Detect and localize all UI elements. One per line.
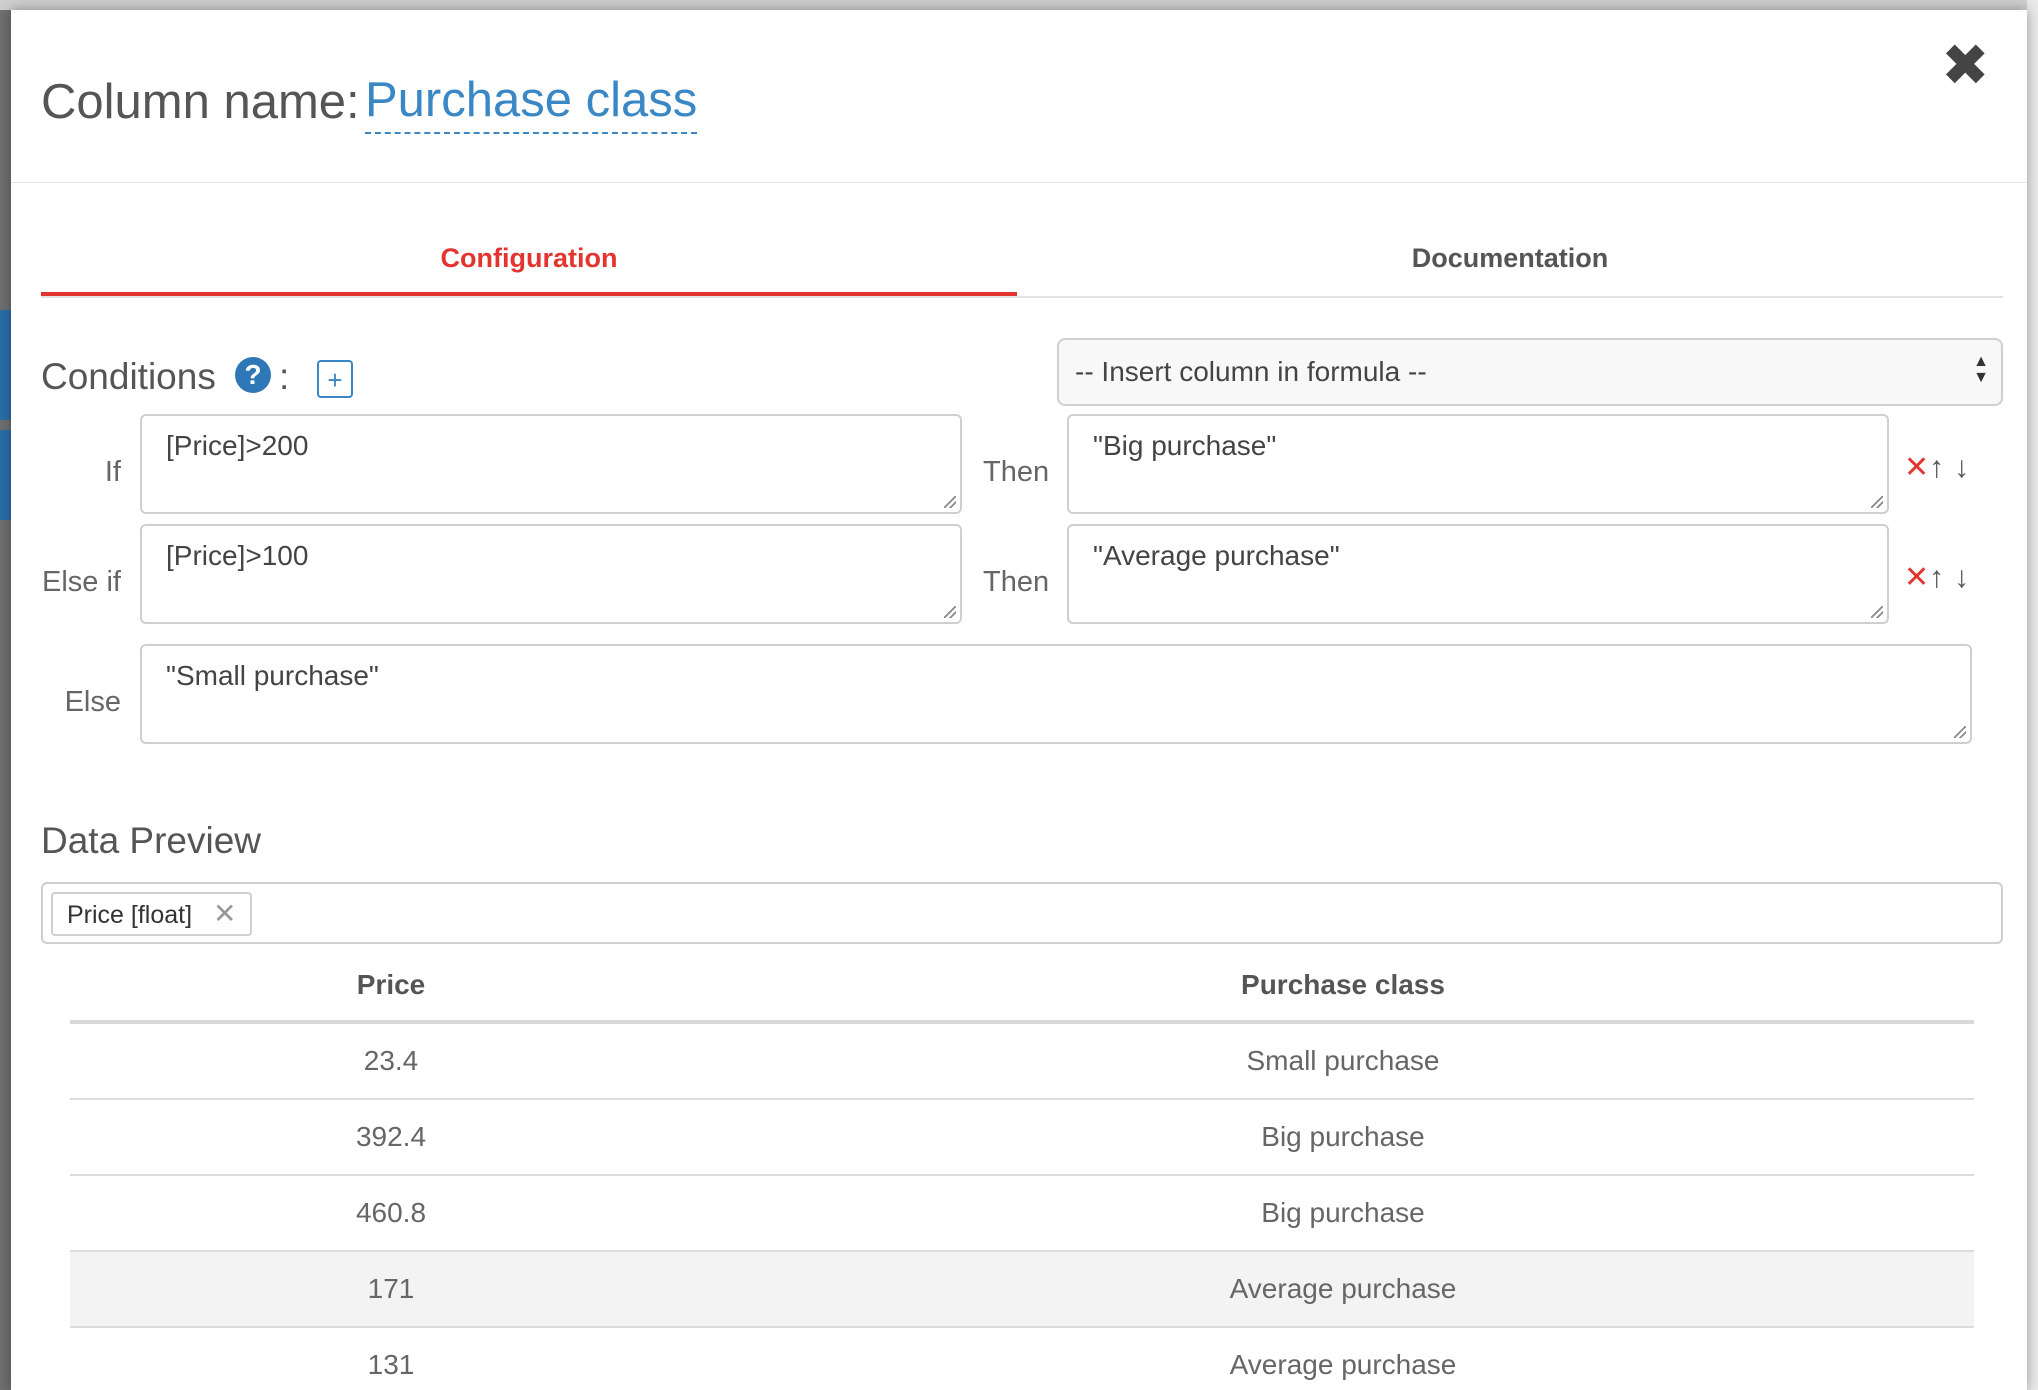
conditions-colon: : xyxy=(279,356,290,397)
insert-column-select[interactable]: -- Insert column in formula -- ▲ ▼ xyxy=(1057,338,2003,406)
background-right xyxy=(2027,0,2038,1390)
close-icon[interactable]: ✖ xyxy=(1941,37,1990,95)
column-header-price[interactable]: Price xyxy=(70,950,712,1024)
table-cell: Average purchase xyxy=(712,1251,1974,1328)
resize-handle-icon[interactable] xyxy=(1954,726,1966,738)
else-if-condition-value: [Price]>100 xyxy=(166,540,309,571)
tab-bar: Configuration Documentation xyxy=(41,222,2003,298)
column-name-editable[interactable]: Purchase class xyxy=(365,73,698,134)
conditions-heading: Conditions xyxy=(41,356,216,397)
table-cell: Big purchase xyxy=(712,1099,1974,1176)
table-cell: 392.4 xyxy=(70,1099,712,1176)
table-cell: 131 xyxy=(70,1327,712,1390)
if-result-value: "Big purchase" xyxy=(1093,430,1277,461)
else-result-value: "Small purchase" xyxy=(166,660,379,691)
move-down-icon[interactable]: ↓ xyxy=(1954,451,1969,484)
help-icon[interactable]: ? xyxy=(235,357,271,393)
else-if-condition-field[interactable]: [Price]>100 xyxy=(140,524,962,624)
delete-condition-icon[interactable]: ✕ xyxy=(1904,451,1929,484)
else-if-result-value: "Average purchase" xyxy=(1093,540,1340,571)
if-condition-value: [Price]>200 xyxy=(166,430,309,461)
move-up-icon[interactable]: ↑ xyxy=(1929,451,1944,484)
background-strip xyxy=(0,430,11,520)
table-row: 131 Average purchase xyxy=(70,1327,1974,1390)
table-row: 460.8 Big purchase xyxy=(70,1175,1974,1252)
else-if-label: Else if xyxy=(42,566,121,598)
then-label: Then xyxy=(983,456,1050,488)
column-name-label: Column name: xyxy=(41,75,360,129)
if-condition-field[interactable]: [Price]>200 xyxy=(140,414,962,514)
row-actions: ✕↑ ↓ xyxy=(1904,560,1969,595)
table-cell: Average purchase xyxy=(712,1327,1974,1390)
row-actions: ✕↑ ↓ xyxy=(1904,450,1969,485)
data-preview-heading: Data Preview xyxy=(41,820,262,861)
else-if-result-field[interactable]: "Average purchase" xyxy=(1067,524,1889,624)
tab-configuration[interactable]: Configuration xyxy=(41,222,1017,296)
column-chip: Price [float] ✕ xyxy=(51,892,253,936)
preview-column-filter[interactable]: Price [float] ✕ xyxy=(41,882,2003,944)
column-header-purchase-class[interactable]: Purchase class xyxy=(712,950,1974,1024)
table-row: 23.4 Small purchase xyxy=(70,1022,1974,1100)
modal-header: Column name: Purchase class ✖ xyxy=(11,10,2027,183)
column-editor-modal: Column name: Purchase class ✖ Configurat… xyxy=(11,10,2027,1390)
table-cell: 23.4 xyxy=(70,1022,712,1100)
tab-documentation[interactable]: Documentation xyxy=(1022,222,1998,294)
else-result-field[interactable]: "Small purchase" xyxy=(140,644,1972,744)
remove-chip-icon[interactable]: ✕ xyxy=(213,898,236,929)
move-up-icon[interactable]: ↑ xyxy=(1929,561,1944,594)
table-cell: Big purchase xyxy=(712,1175,1974,1252)
add-condition-button[interactable]: + xyxy=(317,360,353,398)
table-row: 171 Average purchase xyxy=(70,1251,1974,1328)
delete-condition-icon[interactable]: ✕ xyxy=(1904,561,1929,594)
resize-handle-icon[interactable] xyxy=(944,496,956,508)
then-label: Then xyxy=(983,566,1050,598)
table-row: 392.4 Big purchase xyxy=(70,1099,1974,1176)
insert-column-select-value: -- Insert column in formula -- xyxy=(1075,356,1427,387)
table-header-row: Price Purchase class xyxy=(70,950,1974,1024)
if-label: If xyxy=(104,456,121,488)
resize-handle-icon[interactable] xyxy=(1871,496,1883,508)
select-caret-icon: ▲ ▼ xyxy=(1973,353,1989,386)
background-strip xyxy=(0,310,11,420)
else-label: Else xyxy=(64,686,121,718)
table-cell: 460.8 xyxy=(70,1175,712,1252)
preview-table: Price Purchase class 23.4 Small purchase… xyxy=(70,950,1974,1390)
table-cell: 171 xyxy=(70,1251,712,1328)
background-top xyxy=(0,0,2038,10)
table-cell: Small purchase xyxy=(712,1022,1974,1100)
resize-handle-icon[interactable] xyxy=(1871,606,1883,618)
move-down-icon[interactable]: ↓ xyxy=(1954,561,1969,594)
resize-handle-icon[interactable] xyxy=(944,606,956,618)
column-chip-label: Price [float] xyxy=(67,901,193,929)
if-result-field[interactable]: "Big purchase" xyxy=(1067,414,1889,514)
